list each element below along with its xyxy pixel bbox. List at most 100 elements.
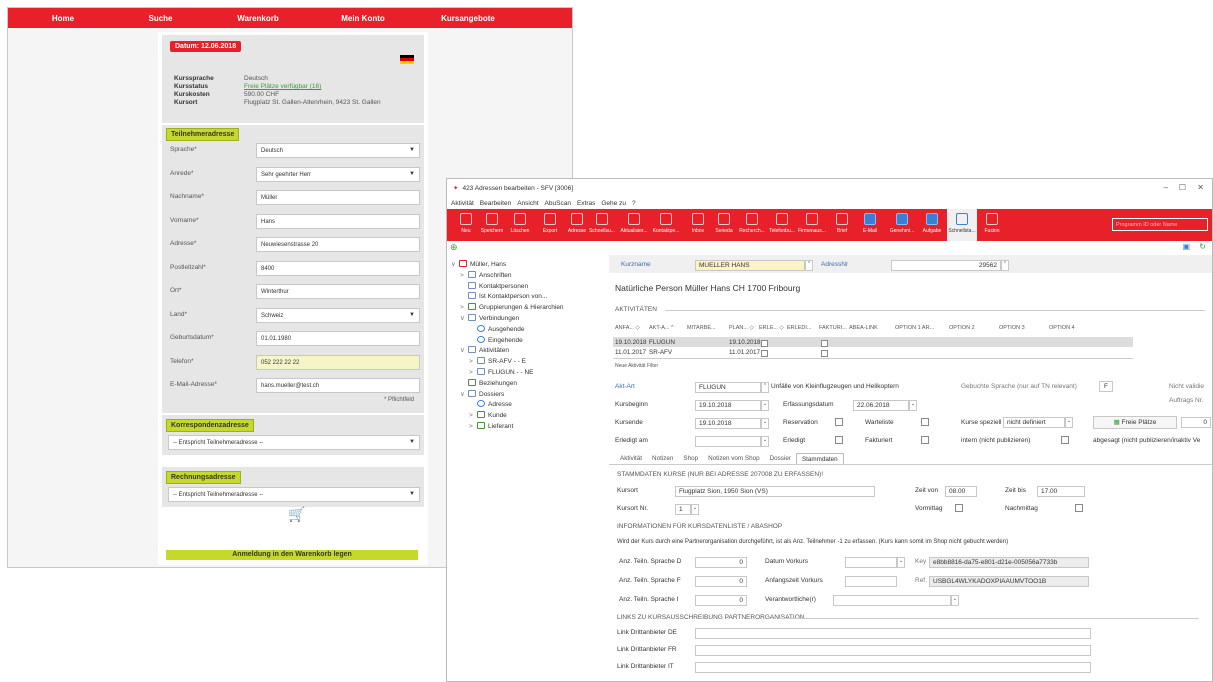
expand-chevron-icon[interactable]: >: [469, 410, 477, 421]
billing-select[interactable]: -- Entspricht Teilnehmeradresse --: [168, 487, 420, 502]
kursort-field[interactable]: Flugplatz Sion, 1950 Sion (VS): [675, 486, 875, 497]
refresh-icon[interactable]: ↻: [1199, 242, 1206, 251]
ribbon-button[interactable]: E-Mail: [855, 209, 885, 241]
program-search-input[interactable]: Programm ID oder Name: [1112, 218, 1208, 231]
ribbon-button[interactable]: Fusion: [977, 209, 1007, 241]
column-header[interactable]: ERLEDI...: [787, 325, 811, 331]
tree-node[interactable]: > Anschriften: [460, 270, 512, 281]
column-header[interactable]: FAKTURI...: [819, 325, 847, 331]
add-to-cart-button[interactable]: Anmeldung in den Warenkorb legen: [166, 550, 418, 560]
kurzname-field[interactable]: MUELLER HANS: [695, 260, 805, 271]
adressnr-field[interactable]: 29562: [891, 260, 1001, 271]
tree-node[interactable]: Beziehungen: [460, 378, 517, 389]
anz-i-field[interactable]: 0: [695, 595, 747, 606]
text-field[interactable]: 8400: [256, 260, 420, 276]
tree-node[interactable]: > SR-AFV - - E: [469, 356, 526, 367]
zeit-bis-field[interactable]: 17.00: [1037, 486, 1085, 497]
tree-node[interactable]: Ausgehende: [469, 324, 525, 335]
expand-chevron-icon[interactable]: >: [460, 302, 468, 313]
kurse-speziell-dropdown[interactable]: ⌄: [1065, 417, 1073, 428]
ribbon-button[interactable]: Schnellsta...: [947, 209, 977, 241]
add-icon[interactable]: ⊕: [450, 242, 458, 253]
text-field[interactable]: 01.01.1980: [256, 331, 420, 346]
erledigt-am-field[interactable]: [695, 436, 761, 447]
expand-chevron-icon[interactable]: >: [469, 356, 477, 367]
vormittag-checkbox[interactable]: [955, 504, 963, 512]
anfang-field[interactable]: [845, 576, 897, 587]
anz-d-field[interactable]: 0: [695, 557, 747, 568]
kurs-nr-dropdown[interactable]: ⌄: [691, 504, 699, 515]
freie-count-field[interactable]: 0: [1181, 417, 1211, 428]
select-field[interactable]: Deutsch: [256, 143, 420, 158]
expand-chevron-icon[interactable]: ∨: [460, 313, 468, 324]
menu-extras[interactable]: Extras: [577, 200, 595, 207]
nav-suche[interactable]: Suche: [118, 14, 203, 23]
ribbon-button[interactable]: Telefonbu...: [767, 209, 797, 241]
ribbon-button[interactable]: Brief: [827, 209, 857, 241]
cart-icon[interactable]: 🛒: [288, 506, 305, 523]
table-row-selected[interactable]: [613, 337, 1133, 347]
tree-node[interactable]: ∨ Verbindungen: [460, 313, 519, 324]
kurzname-spinner[interactable]: ⌃: [805, 260, 813, 271]
kurs-nr-field[interactable]: 1: [675, 504, 691, 515]
tree-node[interactable]: Kontaktpersonen: [460, 281, 528, 292]
erledigt-am-dropdown[interactable]: ⌄: [761, 436, 769, 447]
column-header[interactable]: ANFA... ◇: [615, 325, 640, 331]
ribbon-button[interactable]: Export: [535, 209, 565, 241]
tree-node[interactable]: Eingehende: [469, 335, 523, 346]
expand-chevron-icon[interactable]: >: [469, 367, 477, 378]
text-field[interactable]: Müller: [256, 190, 420, 205]
correspondence-select[interactable]: -- Entspricht Teilnehmeradresse --: [168, 435, 420, 450]
tree-node[interactable]: ∨ Aktivitäten: [460, 345, 509, 356]
text-field[interactable]: Hans: [256, 213, 420, 229]
row-checkbox[interactable]: [761, 350, 768, 357]
nav-kursangebote[interactable]: Kursangebote: [413, 14, 523, 23]
erfassung-dropdown[interactable]: ⌄: [909, 400, 917, 411]
new-activity-button[interactable]: Neue Aktivität: [615, 363, 646, 369]
erfassung-field[interactable]: 22.06.2018: [853, 400, 909, 411]
select-field[interactable]: Sehr geehrter Herr: [256, 166, 420, 182]
freie-plaetze-button[interactable]: ▦ Freie Plätze: [1093, 416, 1177, 429]
menu-gehe-zu[interactable]: Gehe zu: [601, 200, 626, 207]
tree-node[interactable]: > Lieferant: [469, 421, 513, 432]
column-header[interactable]: AKT-A... ^: [649, 325, 674, 331]
layout-icon[interactable]: ▣: [1182, 242, 1190, 251]
akt-art-field[interactable]: FLUGUN: [695, 382, 761, 393]
column-header[interactable]: OPTION 4: [1049, 325, 1075, 331]
verantw-dropdown[interactable]: ⌄: [951, 595, 959, 606]
anz-f-field[interactable]: 0: [695, 576, 747, 587]
tree-node[interactable]: ∨ Müller, Hans: [451, 259, 506, 270]
filter-button[interactable]: Filter: [647, 363, 658, 369]
row-checkbox[interactable]: [821, 340, 828, 347]
ribbon-button[interactable]: Speichern: [477, 209, 507, 241]
link-de-field[interactable]: [695, 628, 1091, 639]
column-header[interactable]: MITARBE...: [687, 325, 716, 331]
expand-chevron-icon[interactable]: >: [469, 421, 477, 432]
reservation-checkbox[interactable]: [835, 418, 843, 426]
status-link[interactable]: Freie Plätze verfügbar (16): [244, 83, 321, 90]
select-field[interactable]: Schweiz: [256, 307, 420, 323]
menu-ansicht[interactable]: Ansicht: [517, 200, 538, 207]
tree-node[interactable]: ∨ Dossiers: [460, 389, 504, 400]
link-fr-field[interactable]: [695, 645, 1091, 656]
expand-chevron-icon[interactable]: >: [460, 270, 468, 281]
ribbon-button[interactable]: Aktualisier...: [619, 209, 649, 241]
close-icon[interactable]: ✕: [1197, 183, 1204, 192]
ribbon-button[interactable]: Löschen: [505, 209, 535, 241]
column-header[interactable]: OPTION 3: [999, 325, 1025, 331]
ribbon-button[interactable]: Aufgabe: [917, 209, 947, 241]
menu-abuscan[interactable]: AbuScan: [545, 200, 571, 207]
nav-warenkorb[interactable]: Warenkorb: [203, 14, 313, 23]
intern-checkbox[interactable]: [1061, 436, 1069, 444]
nachmittag-checkbox[interactable]: [1075, 504, 1083, 512]
expand-chevron-icon[interactable]: ∨: [451, 259, 459, 270]
tree-node[interactable]: Adresse: [469, 399, 512, 410]
kursbeginn-field[interactable]: 19.10.2018: [695, 400, 761, 411]
fakturiert-checkbox[interactable]: [921, 436, 929, 444]
warteliste-checkbox[interactable]: [921, 418, 929, 426]
menu-help[interactable]: ?: [632, 200, 636, 207]
nav-home[interactable]: Home: [8, 14, 118, 23]
vorkurs-dropdown[interactable]: ⌄: [897, 557, 905, 568]
expand-chevron-icon[interactable]: ∨: [460, 345, 468, 356]
tree-node[interactable]: > Gruppierungen & Hierarchien: [460, 302, 564, 313]
